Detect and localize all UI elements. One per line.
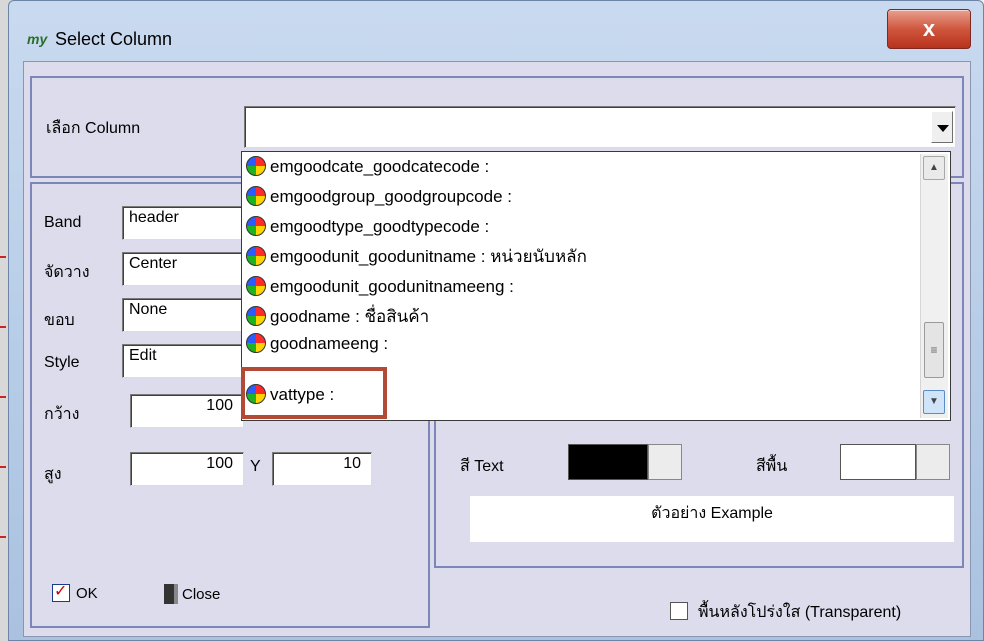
bg-color-label: สีพื้น <box>756 458 788 475</box>
scroll-thumb[interactable]: ≡ <box>924 322 944 378</box>
text-color-picker-button[interactable] <box>648 444 682 480</box>
bg-color-swatch[interactable] <box>840 444 916 480</box>
scroll-down-arrow-icon[interactable]: ▼ <box>923 390 945 414</box>
list-item-vattype[interactable]: vattype : <box>246 380 334 410</box>
combo-dropdown-arrow-icon[interactable] <box>931 111 953 143</box>
exit-door-icon <box>164 584 178 604</box>
align-label: จัดวาง <box>44 264 90 281</box>
close-button-label: Close <box>182 586 221 603</box>
height-field[interactable]: 100 <box>130 452 244 486</box>
list-item[interactable]: emgoodcate_goodcatecode : <box>246 152 489 182</box>
height-label: สูง <box>44 466 62 483</box>
ok-button[interactable]: OK <box>52 581 98 602</box>
column-icon <box>246 306 266 326</box>
close-window-button[interactable]: x <box>887 9 971 49</box>
column-icon <box>246 156 266 176</box>
column-icon <box>246 216 266 236</box>
list-item[interactable]: goodname : ชื่อสินค้า <box>246 302 429 332</box>
close-button[interactable]: Close <box>164 584 220 604</box>
style-label: Style <box>44 354 80 371</box>
ok-button-label: OK <box>76 585 98 602</box>
column-icon <box>246 384 266 404</box>
band-field[interactable]: header <box>122 206 252 240</box>
list-item[interactable]: emgoodunit_goodunitname : หน่วยนับหลัก <box>246 242 587 272</box>
list-item[interactable]: emgoodunit_goodunitnameeng : <box>246 272 514 302</box>
y-label: Y <box>250 458 261 475</box>
app-logo-icon: my <box>27 31 48 47</box>
transparent-checkbox[interactable] <box>670 602 688 620</box>
list-item[interactable]: emgoodtype_goodtypecode : <box>246 212 489 242</box>
band-label: Band <box>44 214 82 231</box>
transparent-label: พื้นหลังโปร่งใส (Transparent) <box>698 604 902 621</box>
width-field[interactable]: 100 <box>130 394 244 428</box>
column-icon <box>246 333 266 353</box>
list-item[interactable]: emgoodgroup_goodgroupcode : <box>246 182 512 212</box>
bg-color-picker-button[interactable] <box>916 444 950 480</box>
text-color-label: สี Text <box>460 458 504 475</box>
scroll-up-arrow-icon[interactable]: ▲ <box>923 156 945 180</box>
select-column-window: my Select Column x เลือก Column Band hea… <box>8 0 984 641</box>
text-color-swatch[interactable] <box>568 444 648 480</box>
column-dropdown-list[interactable]: emgoodcate_goodcatecode : emgoodgroup_go… <box>241 151 951 421</box>
align-field[interactable]: Center <box>122 252 252 286</box>
dropdown-scrollbar[interactable]: ▲ ≡ ▼ <box>920 154 948 418</box>
window-title: Select Column <box>55 29 173 49</box>
border-field[interactable]: None <box>122 298 252 332</box>
checklist-icon <box>52 581 70 602</box>
list-item[interactable]: goodnameeng : <box>246 332 388 356</box>
column-icon <box>246 186 266 206</box>
style-field[interactable]: Edit <box>122 344 252 378</box>
select-column-combobox[interactable] <box>244 106 956 148</box>
example-preview: ตัวอย่าง Example <box>470 496 954 542</box>
border-label: ขอบ <box>44 312 75 329</box>
y-field[interactable]: 10 <box>272 452 372 486</box>
column-icon <box>246 276 266 296</box>
select-column-label: เลือก Column <box>46 120 141 137</box>
column-icon <box>246 246 266 266</box>
width-label: กว้าง <box>44 406 80 423</box>
